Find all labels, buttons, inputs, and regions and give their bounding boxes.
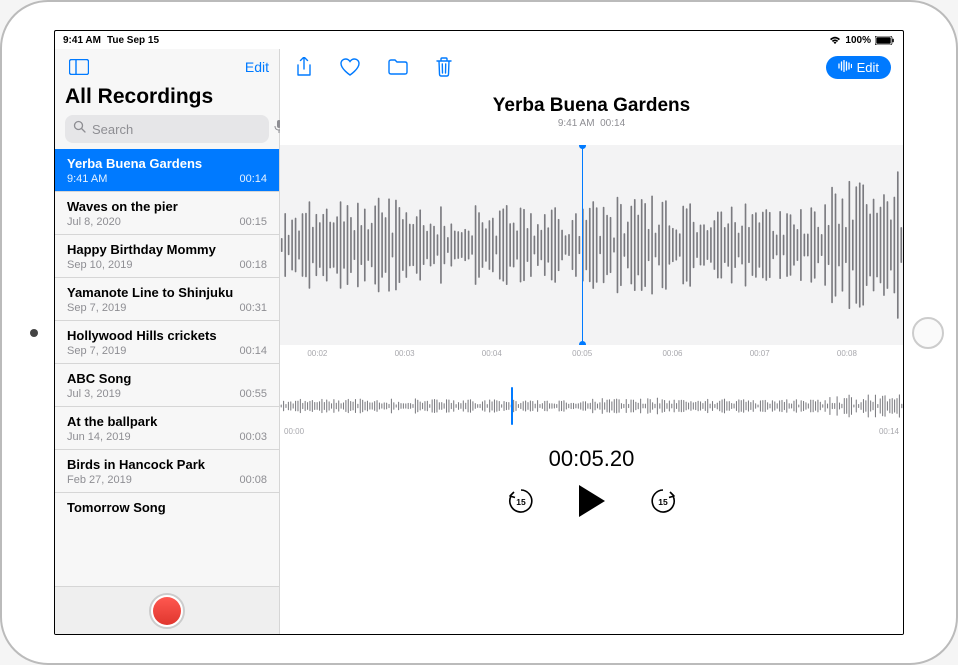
search-box[interactable] (65, 115, 269, 143)
status-bar: 9:41 AM Tue Sep 15 100% (55, 31, 903, 49)
current-time: 00:05.20 (280, 446, 903, 472)
playback-subtitle: 9:41 AM 00:14 (280, 118, 903, 129)
recording-duration: 00:55 (239, 388, 267, 400)
status-date: Tue Sep 15 (107, 35, 159, 46)
recording-title: Yerba Buena Gardens (67, 156, 267, 171)
recording-date: Jun 14, 2019 (67, 431, 131, 443)
app-screen: 9:41 AM Tue Sep 15 100% (54, 30, 904, 635)
ruler-tick: 00:03 (395, 349, 415, 358)
recording-date: Sep 10, 2019 (67, 259, 132, 271)
recording-duration: 00:31 (239, 302, 267, 314)
recording-duration: 00:15 (239, 216, 267, 228)
sidebar-edit-button[interactable]: Edit (245, 59, 269, 75)
record-bar (55, 586, 279, 634)
recording-date: Jul 8, 2020 (67, 216, 121, 228)
recording-item[interactable]: Yamanote Line to Shinjuku Sep 7, 2019 00:3… (55, 278, 279, 321)
overview-start: 00:00 (284, 427, 304, 436)
recording-item[interactable]: Yerba Buena Gardens 9:41 AM 00:14 (55, 149, 279, 192)
recording-duration: 00:18 (239, 259, 267, 271)
recording-title: Hollywood Hills crickets (67, 328, 267, 343)
skip-forward-button[interactable]: 15 (649, 487, 677, 515)
recording-date: Jul 3, 2019 (67, 388, 121, 400)
playback-controls: 15 15 (280, 484, 903, 518)
recording-date: 9:41 AM (67, 173, 107, 185)
edit-label: Edit (857, 60, 879, 75)
waveform-icon (838, 60, 852, 75)
battery-percent: 100% (845, 35, 871, 46)
skip-back-button[interactable]: 15 (507, 487, 535, 515)
ruler-tick: 00:05 (572, 349, 592, 358)
ruler-tick: 00:06 (662, 349, 682, 358)
recording-title: Tomorrow Song (67, 500, 267, 515)
recording-date: Feb 27, 2019 (67, 474, 132, 486)
recordings-list: Yerba Buena Gardens 9:41 AM 00:14 Waves on … (55, 149, 279, 586)
recording-title: Waves on the pier (67, 199, 267, 214)
battery-icon (875, 36, 895, 45)
waveform-overview[interactable] (280, 391, 903, 421)
recording-duration: 00:03 (239, 431, 267, 443)
home-button[interactable] (912, 317, 944, 349)
ruler-tick: 00:02 (307, 349, 327, 358)
recording-item[interactable]: Hollywood Hills crickets Sep 7, 2019 00:14 (55, 321, 279, 364)
edit-recording-button[interactable]: Edit (826, 56, 891, 79)
camera-dot (30, 329, 38, 337)
record-button-inner (153, 597, 181, 625)
wifi-icon (829, 35, 841, 45)
playhead[interactable] (582, 145, 583, 345)
search-input[interactable] (92, 122, 268, 137)
recording-title: Birds in Hancock Park (67, 457, 267, 472)
favorite-button[interactable] (336, 53, 364, 81)
sidebar: Edit All Recordings Yerba Buena Gardens 9… (55, 49, 280, 634)
recording-date: Sep 7, 2019 (67, 302, 126, 314)
play-button[interactable] (577, 484, 607, 518)
recording-item[interactable]: At the ballpark Jun 14, 2019 00:03 (55, 407, 279, 450)
playback-title: Yerba Buena Gardens (280, 95, 903, 117)
recording-title: Happy Birthday Mommy (67, 242, 267, 257)
recording-title: Yamanote Line to Shinjuku (67, 285, 267, 300)
share-button[interactable] (292, 53, 316, 81)
sidebar-toggle-button[interactable] (65, 55, 93, 79)
recording-item[interactable]: Waves on the pier Jul 8, 2020 00:15 (55, 192, 279, 235)
recording-title: At the ballpark (67, 414, 267, 429)
ruler-tick: 00:04 (482, 349, 502, 358)
sidebar-title: All Recordings (55, 85, 279, 115)
time-ruler: 00:02 00:03 00:04 00:05 00:06 00:07 00:08 (280, 345, 903, 361)
recording-item[interactable]: ABC Song Jul 3, 2019 00:55 (55, 364, 279, 407)
recording-duration: 00:14 (239, 173, 267, 185)
recording-duration: 00:08 (239, 474, 267, 486)
ruler-tick: 00:08 (837, 349, 857, 358)
svg-text:15: 15 (516, 497, 526, 507)
folder-button[interactable] (384, 53, 412, 81)
waveform-detail[interactable] (280, 145, 903, 345)
recording-duration: 00:14 (239, 345, 267, 357)
status-time: 9:41 AM (63, 35, 101, 46)
recording-item[interactable]: Happy Birthday Mommy Sep 10, 2019 00:18 (55, 235, 279, 278)
recording-title: ABC Song (67, 371, 267, 386)
ruler-tick: 00:07 (750, 349, 770, 358)
recording-date: Sep 7, 2019 (67, 345, 126, 357)
overview-end: 00:14 (879, 427, 899, 436)
recording-item[interactable]: Birds in Hancock Park Feb 27, 2019 00:08 (55, 450, 279, 493)
ipad-frame: 9:41 AM Tue Sep 15 100% (0, 0, 958, 665)
main-panel: Edit Yerba Buena Gardens 9:41 AM 00:14 0… (280, 49, 903, 634)
overview-playhead[interactable] (511, 387, 513, 425)
svg-text:15: 15 (658, 497, 668, 507)
search-icon (73, 120, 86, 138)
recording-item[interactable]: Tomorrow Song (55, 493, 279, 523)
delete-button[interactable] (432, 53, 456, 81)
record-button[interactable] (149, 593, 185, 629)
